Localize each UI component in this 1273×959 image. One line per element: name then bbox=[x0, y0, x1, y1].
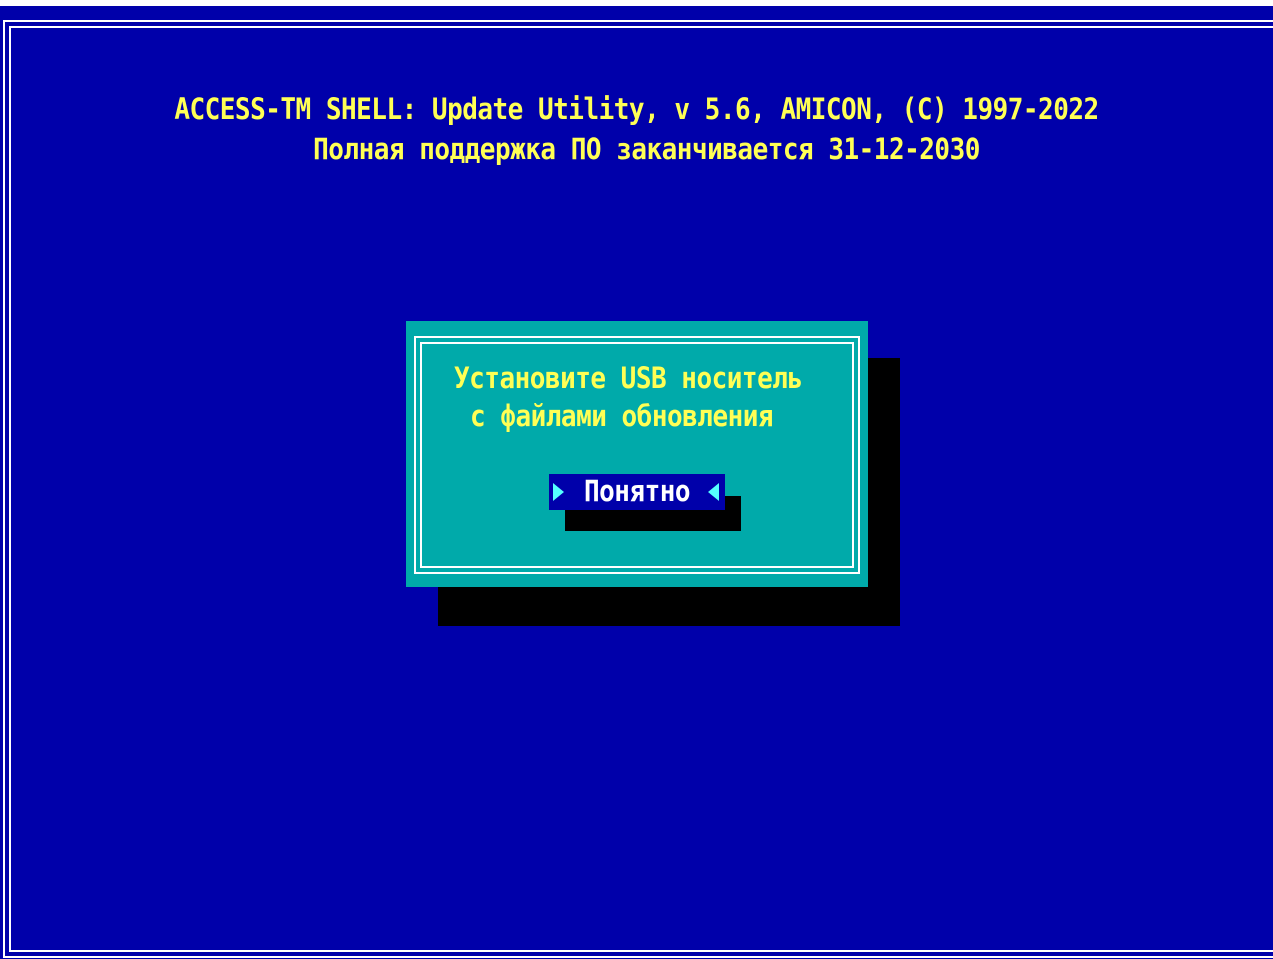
ok-button[interactable]: Понятно bbox=[549, 474, 725, 510]
triangle-right-icon bbox=[553, 483, 564, 501]
dialog-message-line2: с файлами обновления bbox=[470, 400, 774, 434]
app-title: ACCESS-TM SHELL: Update Utility, v 5.6, … bbox=[174, 93, 1099, 127]
ok-button-label: Понятно bbox=[583, 475, 691, 509]
triangle-left-icon bbox=[708, 483, 719, 501]
dialog-message-line1: Установите USB носитель bbox=[454, 362, 803, 396]
support-notice: Полная поддержка ПО заканчивается 31-12-… bbox=[313, 133, 980, 167]
shell-screen: ACCESS-TM SHELL: Update Utility, v 5.6, … bbox=[0, 6, 1273, 959]
usb-prompt-dialog: Установите USB носитель с файлами обновл… bbox=[406, 321, 868, 587]
